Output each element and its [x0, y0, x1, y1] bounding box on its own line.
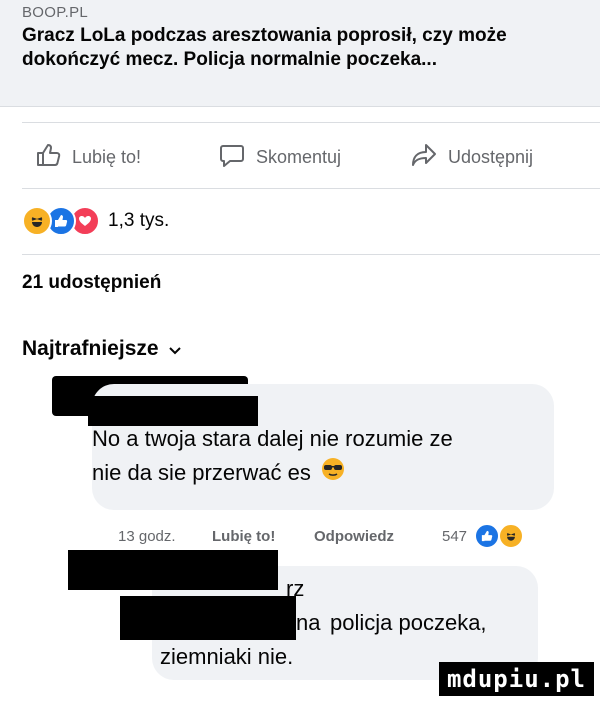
- haha-icon: [22, 206, 52, 236]
- redacted-name: [88, 396, 258, 426]
- sunglasses-emoji-icon: [321, 457, 345, 491]
- sort-dropdown[interactable]: Najtrafniejsze: [22, 337, 181, 361]
- like-icon: [474, 523, 500, 549]
- comment-meta: 13 godz. Lubię to! Odpowiedz 547: [118, 522, 598, 550]
- haha-icon: [498, 523, 524, 549]
- comment-time: 13 godz.: [118, 527, 176, 545]
- link-source: BOOP.PL: [22, 4, 89, 21]
- comment-button-label: Skomentuj: [256, 146, 342, 167]
- like-button-label: Lubię to!: [72, 146, 142, 167]
- reactions-summary[interactable]: 1,3 tys.: [22, 206, 169, 236]
- link-headline[interactable]: Gracz LoLa podczas aresztowania poprosił…: [22, 24, 582, 72]
- comment-text-line: No a twoja stara dalej nie rozumie ze: [92, 426, 453, 451]
- link-preview[interactable]: BOOP.PL Gracz LoLa podczas aresztowania …: [0, 0, 600, 107]
- redacted-avatar: [68, 550, 278, 590]
- share-button[interactable]: Udostępnij: [410, 137, 533, 177]
- action-bar: Lubię to! Skomentuj Udostępnij: [0, 137, 600, 177]
- comment-reaction-count: 547: [442, 527, 468, 545]
- comment-fragment: rz: [286, 576, 305, 601]
- like-button[interactable]: Lubię to!: [34, 137, 141, 177]
- comment-like-button[interactable]: Lubię to!: [212, 528, 314, 545]
- divider: [22, 122, 600, 123]
- divider: [22, 254, 600, 255]
- comment-fragment: na: [296, 610, 321, 635]
- share-button-label: Udostępnij: [448, 146, 534, 167]
- reaction-count: 1,3 tys.: [108, 210, 170, 231]
- speech-bubble-icon: [218, 141, 246, 174]
- divider: [22, 188, 600, 189]
- comment-button[interactable]: Skomentuj: [218, 137, 341, 177]
- comment-text-line: nie da sie przerwać es: [92, 460, 311, 485]
- comment-reply-button[interactable]: Odpowiedz: [314, 528, 442, 545]
- watermark: mdupiu.pl: [438, 662, 594, 696]
- comment-text-line: ziemniaki nie.: [160, 644, 294, 669]
- comment-text-line: policja poczeka,: [330, 610, 487, 635]
- redacted-name: [120, 596, 296, 640]
- shares-count[interactable]: 21 udostępnień: [22, 272, 161, 294]
- sort-label: Najtrafniejsze: [22, 337, 159, 360]
- share-arrow-icon: [410, 141, 438, 174]
- chevron-down-icon: [168, 337, 181, 361]
- thumbs-up-icon: [34, 141, 62, 174]
